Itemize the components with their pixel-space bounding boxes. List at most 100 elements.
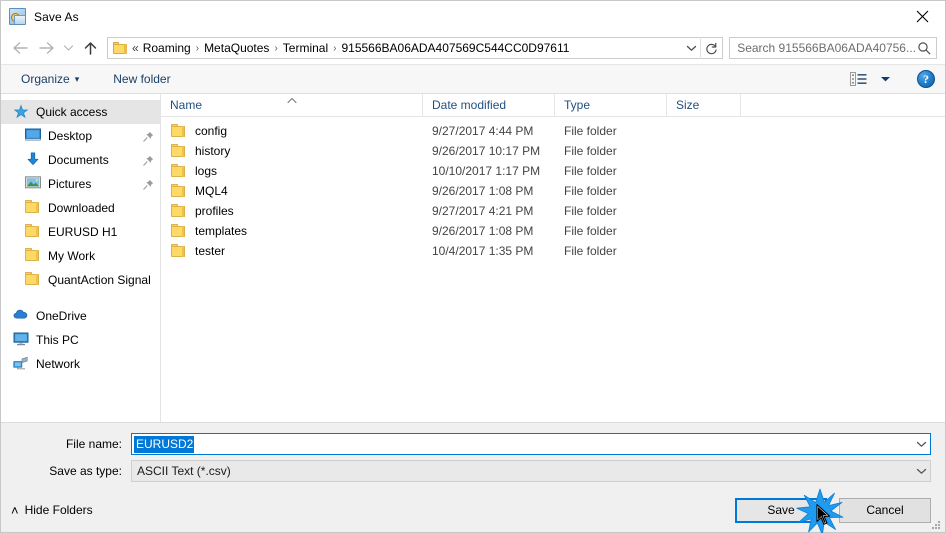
sidebar-item-label: OneDrive	[36, 309, 87, 323]
table-row[interactable]: templates 9/26/2017 1:08 PM File folder	[161, 221, 945, 241]
folder-icon	[113, 42, 127, 54]
column-header-date-modified[interactable]: Date modified	[423, 93, 555, 117]
sidebar-item-downloaded[interactable]: Downloaded	[1, 196, 160, 220]
file-name: config	[195, 124, 228, 138]
table-row[interactable]: MQL4 9/26/2017 1:08 PM File folder	[161, 181, 945, 201]
pin-icon[interactable]	[142, 155, 154, 166]
sidebar-item-label: Desktop	[48, 129, 93, 143]
folder-icon	[171, 204, 187, 218]
column-header-size[interactable]: Size	[667, 93, 741, 117]
sidebar-item-desktop[interactable]: Desktop	[1, 124, 160, 148]
breadcrumb-item-instance-id[interactable]: 915566BA06ADA407569C544CC0D97611	[338, 41, 572, 55]
sidebar-item-quick-access[interactable]: Quick access	[1, 100, 160, 124]
sidebar-item-eurusd-h1[interactable]: EURUSD H1	[1, 220, 160, 244]
file-date-cell: 9/27/2017 4:21 PM	[432, 204, 534, 218]
sidebar-item-label: Network	[36, 357, 81, 371]
view-chevron-down-icon[interactable]	[875, 71, 895, 87]
breadcrumb-item-terminal[interactable]: Terminal	[280, 41, 331, 55]
new-folder-button[interactable]: New folder	[107, 69, 176, 89]
filename-row: File name: EURUSD2	[15, 433, 931, 455]
file-date-cell: 9/27/2017 4:44 PM	[432, 124, 534, 138]
column-header-label: Date modified	[432, 98, 507, 112]
column-header-label: Name	[170, 98, 203, 112]
table-row[interactable]: config 9/27/2017 4:44 PM File folder	[161, 121, 945, 141]
breadcrumb-separator: ›	[195, 42, 200, 54]
filename-input[interactable]: EURUSD2	[131, 433, 931, 455]
table-row[interactable]: profiles 9/27/2017 4:21 PM File folder	[161, 201, 945, 221]
search-icon	[916, 41, 932, 55]
help-icon[interactable]: ?	[917, 70, 935, 88]
file-date-cell: 9/26/2017 1:08 PM	[432, 184, 534, 198]
file-name-cell: config	[161, 124, 423, 138]
window-title: Save As	[34, 9, 79, 24]
file-date-cell: 10/10/2017 1:17 PM	[432, 164, 541, 178]
filetype-select[interactable]: ASCII Text (*.csv)	[131, 460, 931, 482]
pin-icon[interactable]	[142, 131, 154, 142]
file-type-cell: File folder	[564, 184, 617, 198]
sidebar-item-this-pc[interactable]: This PC	[1, 328, 160, 352]
folder-icon	[171, 144, 187, 158]
refresh-icon[interactable]	[700, 37, 722, 59]
breadcrumb-separator: ›	[333, 42, 337, 54]
chevron-down-icon[interactable]	[913, 434, 930, 454]
sidebar-item-label: Downloaded	[48, 201, 115, 215]
sidebar-item-label: Quick access	[36, 105, 108, 119]
sidebar-item-label: EURUSD H1	[48, 225, 118, 239]
sidebar-item-onedrive[interactable]: OneDrive	[1, 304, 160, 328]
file-name: logs	[195, 164, 218, 178]
navigation-sidebar: Quick access Desktop Documents Pictures …	[1, 94, 161, 422]
breadcrumb-overflow[interactable]: «	[131, 41, 140, 55]
breadcrumb-item-metaquotes[interactable]: MetaQuotes	[201, 41, 272, 55]
cancel-button[interactable]: Cancel	[839, 497, 931, 523]
view-layout-icon[interactable]	[849, 71, 869, 87]
save-as-dialog: Save As « Roaming › MetaQuotes › Termina…	[0, 0, 946, 533]
up-arrow-icon[interactable]	[77, 36, 103, 60]
column-header-name[interactable]: Name	[161, 93, 423, 117]
documents-download-icon	[25, 152, 41, 168]
column-header-type[interactable]: Type	[555, 93, 667, 117]
hide-folders-button[interactable]: ˄ Hide Folders	[11, 503, 93, 518]
file-name: templates	[195, 224, 248, 238]
table-row[interactable]: history 9/26/2017 10:17 PM File folder	[161, 141, 945, 161]
sidebar-item-pictures[interactable]: Pictures	[1, 172, 160, 196]
breadcrumb-item-roaming[interactable]: Roaming	[140, 41, 194, 55]
table-row[interactable]: logs 10/10/2017 1:17 PM File folder	[161, 161, 945, 181]
search-box[interactable]: Search 915566BA06ADA40756...	[729, 37, 937, 59]
file-date-cell: 9/26/2017 10:17 PM	[432, 144, 541, 158]
table-row[interactable]: tester 10/4/2017 1:35 PM File folder	[161, 241, 945, 261]
forward-arrow-icon[interactable]	[33, 36, 59, 60]
onedrive-cloud-icon	[13, 308, 29, 324]
sidebar-item-network[interactable]: Network	[1, 352, 160, 376]
resize-grip-icon[interactable]	[930, 518, 942, 530]
file-name: history	[195, 144, 231, 158]
folder-icon	[25, 272, 41, 288]
sidebar-item-quantaction-signal[interactable]: QuantAction Signal	[1, 268, 160, 292]
recent-locations-chevron-icon[interactable]	[59, 36, 77, 60]
file-rows: config 9/27/2017 4:44 PM File folder his…	[161, 117, 945, 422]
pin-icon[interactable]	[142, 179, 154, 190]
chevron-down-icon[interactable]	[682, 38, 700, 58]
chevron-up-icon: ˄	[11, 502, 19, 518]
close-icon[interactable]	[899, 1, 945, 32]
folder-icon	[25, 200, 41, 216]
file-type-cell: File folder	[564, 224, 617, 238]
column-header-label: Size	[676, 98, 700, 112]
dialog-footer: ˄ Hide Folders Save Cancel	[1, 488, 945, 532]
back-arrow-icon[interactable]	[7, 36, 33, 60]
filetype-value: ASCII Text (*.csv)	[137, 464, 231, 478]
organize-button[interactable]: Organize ▾	[15, 69, 85, 89]
file-name-cell: MQL4	[161, 184, 423, 198]
search-input[interactable]: Search 915566BA06ADA40756...	[737, 41, 916, 55]
chevron-down-icon[interactable]	[913, 461, 930, 481]
dialog-buttons: Save Cancel	[735, 497, 931, 523]
file-date-cell: 9/26/2017 1:08 PM	[432, 224, 534, 238]
sidebar-item-documents[interactable]: Documents	[1, 148, 160, 172]
sidebar-item-my-work[interactable]: My Work	[1, 244, 160, 268]
save-button[interactable]: Save	[735, 497, 827, 523]
folder-icon	[25, 224, 41, 240]
file-type-cell: File folder	[564, 164, 617, 178]
file-type-cell: File folder	[564, 124, 617, 138]
file-type-cell: File folder	[564, 204, 617, 218]
file-name: MQL4	[195, 184, 228, 198]
address-bar[interactable]: « Roaming › MetaQuotes › Terminal › 9155…	[107, 37, 724, 59]
